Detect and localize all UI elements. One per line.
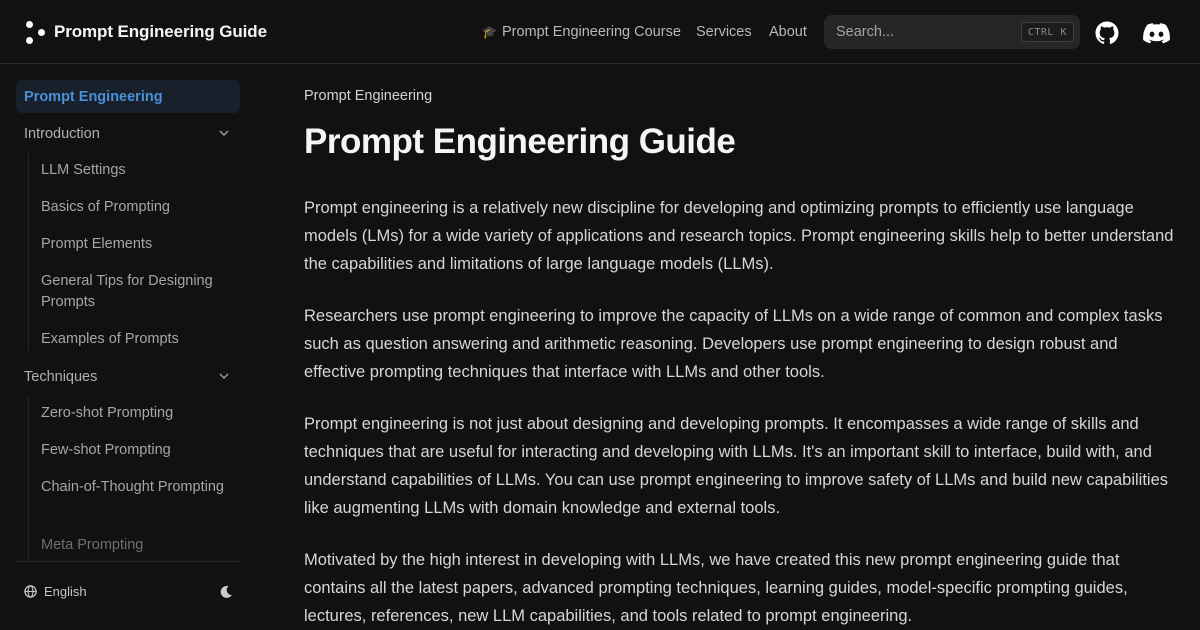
site-logo-link[interactable]: Prompt Engineering Guide <box>24 18 267 46</box>
sidebar-item-chain-of-thought[interactable]: Chain-of-Thought Prompting <box>41 477 231 498</box>
paragraph: Motivated by the high interest in develo… <box>304 551 1128 625</box>
nav-link-course-label: Prompt Engineering Course <box>501 24 681 40</box>
sidebar-section-label: Introduction <box>24 125 100 142</box>
discord-link[interactable] <box>1142 20 1170 46</box>
sidebar: Prompt Engineering Introduction LLM Sett… <box>0 64 256 623</box>
moon-icon <box>220 585 232 598</box>
search-input[interactable] <box>836 24 1016 40</box>
sidebar-item-llm-settings[interactable]: LLM Settings <box>41 160 231 181</box>
sidebar-item-examples-of-prompts[interactable]: Examples of Prompts <box>41 329 231 350</box>
chevron-down-icon <box>219 373 229 379</box>
language-switcher[interactable]: English <box>24 584 87 599</box>
page-title: Prompt Engineering Guide <box>304 122 736 161</box>
sidebar-group-introduction: LLM Settings Basics of Prompting Prompt … <box>28 154 240 350</box>
globe-icon <box>24 585 37 598</box>
nav-link-services[interactable]: Services <box>696 22 752 42</box>
site-title: Prompt Engineering Guide <box>54 22 267 41</box>
language-label: English <box>44 584 87 599</box>
sidebar-item-prompt-elements[interactable]: Prompt Elements <box>41 234 231 255</box>
paragraph: Prompt engineering is not just about des… <box>304 415 1169 517</box>
paragraph: Prompt engineering is a relatively new d… <box>304 199 1174 273</box>
search-box[interactable]: CTRL K <box>824 15 1080 49</box>
paragraph: Researchers use prompt engineering to im… <box>304 307 1163 381</box>
nav-link-course[interactable]: 🎓 Prompt Engineering Course <box>482 22 681 42</box>
logo-icon <box>24 18 48 46</box>
theme-toggle-button[interactable] <box>218 585 234 601</box>
sidebar-group-techniques: Zero-shot Prompting Few-shot Prompting C… <box>28 397 240 561</box>
top-navbar: Prompt Engineering Guide 🎓 Prompt Engine… <box>0 0 1200 64</box>
sidebar-item-prompt-engineering[interactable]: Prompt Engineering <box>16 80 240 113</box>
graduation-cap-icon: 🎓 <box>482 25 497 39</box>
sidebar-divider <box>16 561 240 562</box>
github-link[interactable] <box>1094 20 1120 46</box>
sidebar-item-zero-shot[interactable]: Zero-shot Prompting <box>41 403 231 424</box>
sidebar-section-introduction[interactable]: Introduction <box>16 117 240 150</box>
chevron-down-icon <box>219 130 229 136</box>
breadcrumb[interactable]: Prompt Engineering <box>304 88 432 104</box>
discord-icon <box>1142 22 1170 43</box>
sidebar-item-general-tips[interactable]: General Tips for Designing Prompts <box>41 271 231 313</box>
nav-link-about[interactable]: About <box>769 22 807 42</box>
sidebar-item-few-shot[interactable]: Few-shot Prompting <box>41 440 231 461</box>
sidebar-item-basics-of-prompting[interactable]: Basics of Prompting <box>41 197 231 218</box>
sidebar-section-techniques[interactable]: Techniques <box>16 360 240 393</box>
sidebar-section-label: Techniques <box>24 368 98 385</box>
github-icon <box>1095 21 1119 45</box>
search-shortcut-hint: CTRL K <box>1020 22 1074 42</box>
sidebar-footer: English <box>16 579 240 607</box>
sidebar-item-meta-prompting[interactable]: Meta Prompting <box>41 535 231 556</box>
